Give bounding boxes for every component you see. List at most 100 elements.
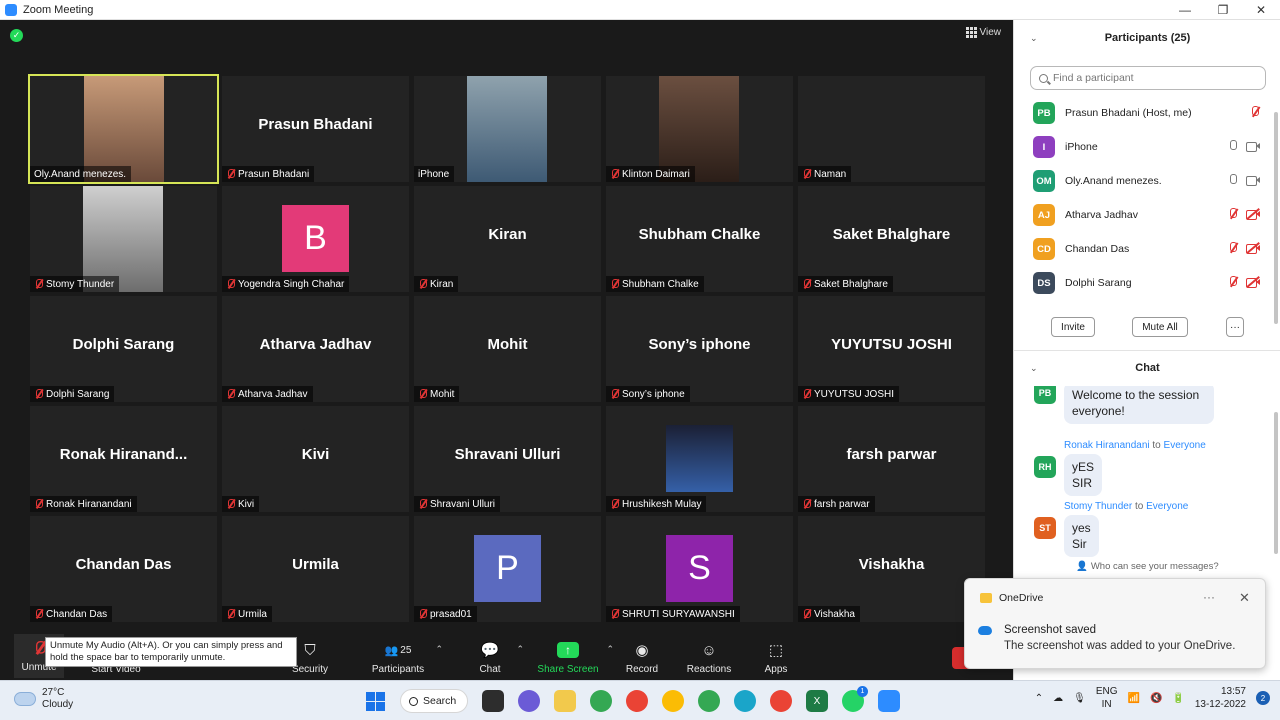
tile-caption: SHRUTI SURYAWANSHI [606, 606, 740, 622]
find-participant-input[interactable]: Find a participant [1030, 66, 1266, 90]
video-tile[interactable]: Kiran Kiran [414, 186, 601, 292]
video-tile[interactable]: Klinton Daimari [606, 76, 793, 182]
chat-label: Chat [479, 664, 501, 675]
participant-row[interactable]: IiPhone [1014, 130, 1280, 164]
chat-scrollbar[interactable] [1274, 412, 1278, 554]
encryption-shield-icon[interactable]: ✓ [10, 29, 23, 42]
tile-caption: Atharva Jadhav [222, 386, 313, 402]
chat-caret-icon[interactable]: ⌃ [516, 644, 524, 655]
toast-close-button[interactable]: ✕ [1239, 590, 1250, 606]
speaker-muted-icon[interactable]: 🔇 [1150, 693, 1162, 704]
video-tile[interactable]: Dolphi Sarang Dolphi Sarang [30, 296, 217, 402]
microphone-tray-icon[interactable]: 🎙 [1073, 693, 1086, 704]
mute-all-button[interactable]: Mute All [1132, 317, 1188, 337]
video-tile[interactable]: iPhone [414, 76, 601, 182]
invite-button[interactable]: Invite [1051, 317, 1095, 337]
video-tile[interactable]: Kivi Kivi [222, 406, 409, 512]
chrome-profile-3-icon[interactable] [698, 690, 720, 712]
who-can-see-link[interactable]: 👤 Who can see your messages? [1014, 561, 1280, 572]
tile-participant-name: Vishakha [814, 608, 855, 620]
video-tile[interactable]: Sony’s iphone Sony’s iphone [606, 296, 793, 402]
video-off-icon [1246, 276, 1260, 288]
video-tile[interactable]: Oly.Anand menezes. [28, 74, 219, 184]
language-indicator[interactable]: ENG IN [1096, 685, 1118, 711]
participant-row[interactable]: AJ Atharva Jadhav [1014, 198, 1280, 232]
chrome-profile-4-icon[interactable] [770, 690, 792, 712]
tile-caption: Shravani Ulluri [414, 496, 501, 512]
toast-more-button[interactable]: ··· [1203, 590, 1215, 604]
region-code: IN [1101, 699, 1112, 710]
reactions-button[interactable]: ☺ Reactions [684, 636, 734, 676]
tile-caption: Stomy Thunder [30, 276, 120, 292]
video-tile[interactable]: B Yogendra Singh Chahar [222, 186, 409, 292]
video-tile[interactable]: Shubham Chalke Shubham Chalke [606, 186, 793, 292]
participant-row[interactable]: OM Oly.Anand menezes. [1014, 164, 1280, 198]
video-tile[interactable]: Stomy Thunder [30, 186, 217, 292]
video-tile[interactable]: Chandan Das Chandan Das [30, 516, 217, 622]
video-tile[interactable]: Saket Bhalghare Saket Bhalghare [798, 186, 985, 292]
tile-caption: YUYUTSU JOSHI [798, 386, 900, 402]
microphone-muted-icon [802, 389, 811, 399]
video-tile[interactable]: Naman [798, 76, 985, 182]
notification-count[interactable]: 2 [1256, 691, 1270, 705]
participants-actions: Invite Mute All ··· [1014, 317, 1280, 343]
chrome-profile-icon[interactable] [626, 690, 648, 712]
excel-icon[interactable]: X [806, 690, 828, 712]
file-explorer-icon[interactable] [554, 690, 576, 712]
classroom-icon[interactable] [734, 690, 756, 712]
video-tile[interactable]: Vishakha Vishakha [798, 516, 985, 622]
apps-button[interactable]: ⬚ Apps [760, 636, 792, 675]
onedrive-notification[interactable]: OneDrive ··· ✕ Screenshot saved The scre… [964, 578, 1266, 669]
video-tile[interactable]: farsh parwar farsh parwar [798, 406, 985, 512]
chat-button[interactable]: 💬 Chat ⌃ [470, 636, 524, 675]
start-button[interactable] [364, 690, 386, 712]
video-tile[interactable]: S SHRUTI SURYAWANSHI [606, 516, 793, 622]
microphone-muted-icon [418, 389, 427, 399]
share-screen-button[interactable]: ↑ Share Screen ⌃ [536, 636, 614, 675]
battery-icon[interactable]: 🔋 [1172, 693, 1184, 704]
taskbar-search-label: Search [423, 695, 457, 707]
chat-bubble: Welcome to the session everyone! [1064, 386, 1214, 424]
sender-name: Stomy Thunder [1064, 501, 1133, 512]
onedrive-tray-icon[interactable]: ☁ [1053, 693, 1063, 704]
share-caret-icon[interactable]: ⌃ [606, 644, 614, 655]
wifi-icon[interactable]: 📶 [1127, 693, 1139, 704]
chrome-profile-2-icon[interactable] [662, 690, 684, 712]
video-tile[interactable]: Hrushikesh Mulay [606, 406, 793, 512]
microphone-muted-icon [226, 169, 235, 179]
video-tile[interactable]: Pprasad01 [414, 516, 601, 622]
video-tile[interactable]: Ronak Hiranand... Ronak Hiranandani [30, 406, 217, 512]
taskbar-search[interactable]: Search [400, 689, 468, 713]
maximize-button[interactable]: ❐ [1204, 0, 1242, 20]
chrome-icon[interactable] [590, 690, 612, 712]
collapse-chat-chevron-icon[interactable]: ⌄ [1030, 363, 1038, 374]
teams-chat-icon[interactable] [518, 690, 540, 712]
show-hidden-icons[interactable]: ⌃ [1035, 693, 1043, 704]
whatsapp-icon[interactable]: 1 [842, 686, 868, 712]
zoom-taskbar-icon[interactable] [878, 690, 900, 712]
minimize-button[interactable]: — [1166, 0, 1204, 20]
participant-row[interactable]: CD Chandan Das [1014, 232, 1280, 266]
participants-button[interactable]: 👥 25 Participants ⌃ [367, 636, 443, 675]
weather-widget[interactable]: 27°C Cloudy [14, 687, 73, 711]
participants-caret-icon[interactable]: ⌃ [435, 644, 443, 655]
participants-scrollbar[interactable] [1274, 112, 1278, 324]
video-tile[interactable]: Urmila Urmila [222, 516, 409, 622]
record-button[interactable]: ◉ Record [622, 636, 662, 675]
video-tile[interactable]: Shravani Ulluri Shravani Ulluri [414, 406, 601, 512]
participant-status-icons [1228, 242, 1260, 255]
collapse-chevron-icon[interactable]: ⌄ [1030, 33, 1038, 44]
view-button[interactable]: View [965, 27, 1001, 38]
more-options-button[interactable]: ··· [1226, 317, 1244, 337]
participant-row[interactable]: DS Dolphi Sarang [1014, 266, 1280, 300]
microphone-muted-icon [226, 389, 235, 399]
video-tile[interactable]: Prasun Bhadani Prasun Bhadani [222, 76, 409, 182]
clock[interactable]: 13:57 13-12-2022 [1195, 685, 1246, 711]
video-tile[interactable]: Mohit Mohit [414, 296, 601, 402]
close-window-button[interactable]: ✕ [1242, 0, 1280, 20]
task-view-icon[interactable] [482, 690, 504, 712]
reactions-label: Reactions [686, 664, 732, 675]
video-tile[interactable]: Atharva Jadhav Atharva Jadhav [222, 296, 409, 402]
video-tile[interactable]: YUYUTSU JOSHI YUYUTSU JOSHI [798, 296, 985, 402]
participant-row[interactable]: PB Prasun Bhadani (Host, me) [1014, 96, 1280, 130]
